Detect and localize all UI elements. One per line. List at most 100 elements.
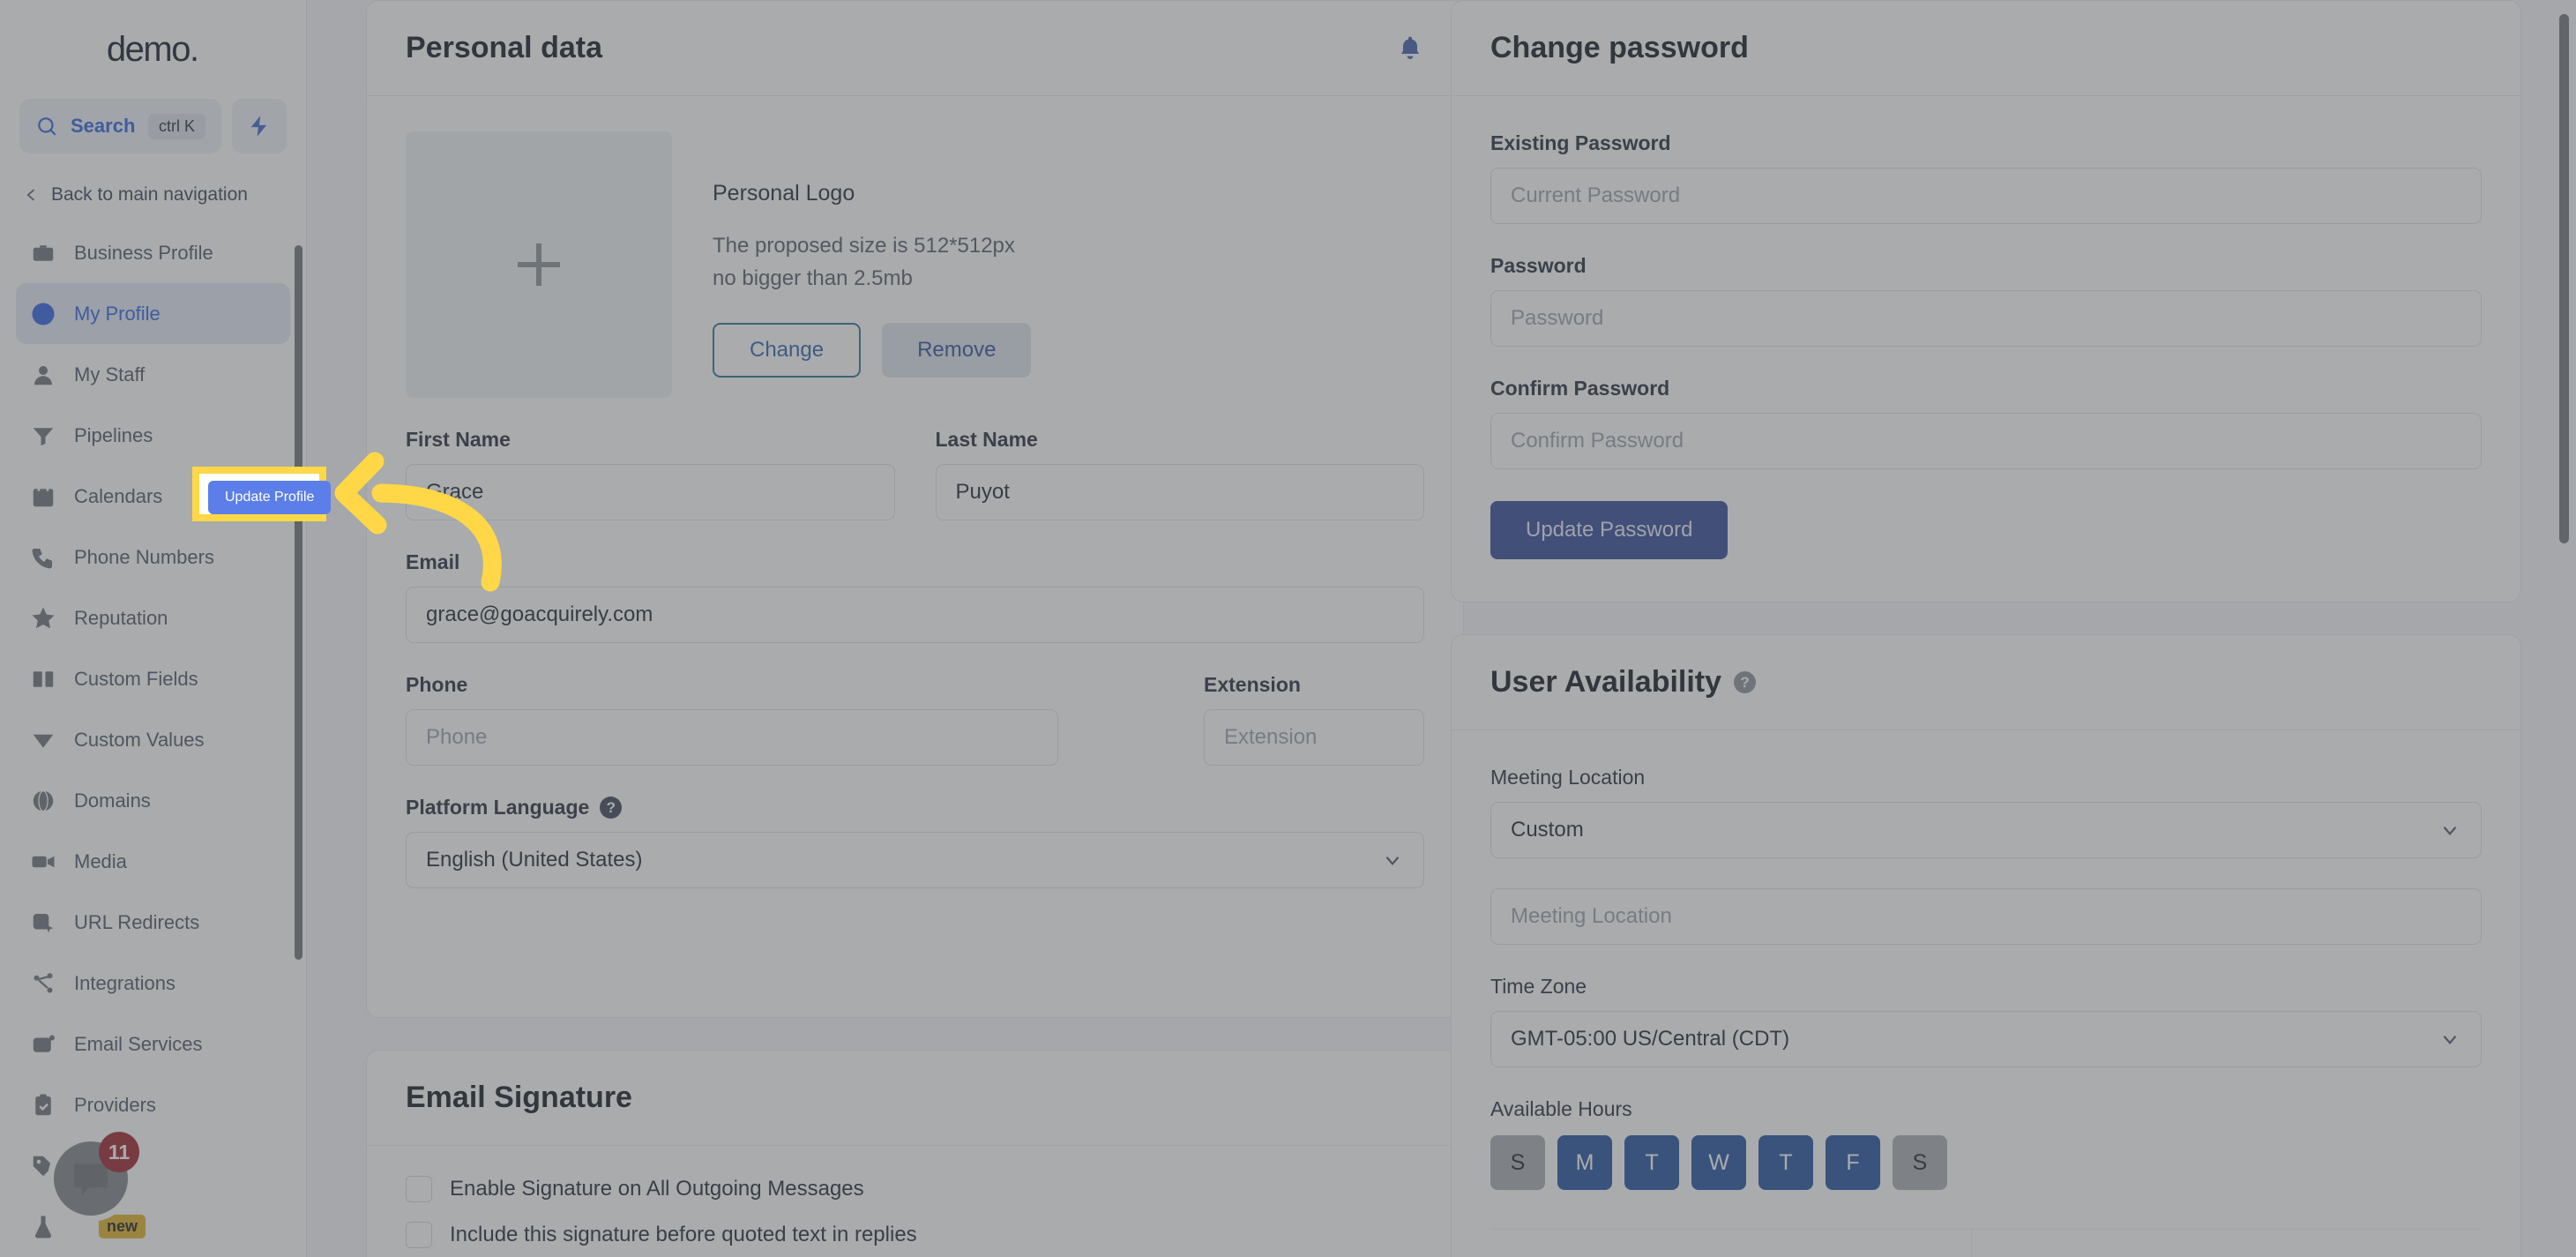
- day-toggle-letter: S: [1510, 1149, 1526, 1175]
- back-nav-label: Back to main navigation: [51, 184, 248, 205]
- sidebar-item-domains[interactable]: Domains: [16, 770, 290, 831]
- include-signature-checkbox[interactable]: [406, 1222, 432, 1248]
- user-availability-card: User Availability ? Meeting Location Cus…: [1451, 634, 2521, 1257]
- sidebar-item-custom-values[interactable]: Custom Values: [16, 709, 290, 770]
- time-zone-group: Time Zone GMT-05:00 US/Central (CDT): [1490, 975, 2482, 1067]
- time-zone-value: GMT-05:00 US/Central (CDT): [1511, 1027, 1790, 1051]
- change-logo-button[interactable]: Change: [713, 323, 862, 378]
- sidebar-item-custom-fields[interactable]: Custom Fields: [16, 648, 290, 709]
- time-zone-select[interactable]: GMT-05:00 US/Central (CDT): [1490, 1011, 2482, 1067]
- phone-icon: [28, 542, 58, 572]
- logo-buttons: Change Remove: [713, 323, 1032, 378]
- change-password-title: Change password: [1490, 31, 1749, 64]
- sidebar-item-my-staff[interactable]: My Staff: [16, 344, 290, 405]
- sidebar-item-reputation[interactable]: Reputation: [16, 587, 290, 648]
- phone-input[interactable]: [406, 709, 1058, 766]
- sidebar-item-label: Media: [74, 849, 127, 872]
- update-profile-slot: [406, 920, 1424, 975]
- help-icon[interactable]: ?: [1734, 671, 1757, 693]
- day-toggle-letter: T: [1645, 1149, 1659, 1175]
- lightning-bolt-icon: [250, 116, 267, 137]
- left-column: Personal data Personal Logo The proposed: [366, 0, 1464, 1257]
- day-toggle-3[interactable]: W: [1691, 1135, 1746, 1190]
- sidebar-item-label: Business Profile: [74, 241, 213, 264]
- curved-arrow-left-icon: [334, 452, 502, 592]
- flask-icon: [28, 1212, 58, 1242]
- existing-password-group: Existing Password: [1490, 131, 2482, 224]
- day-toggle-0[interactable]: S: [1490, 1135, 1545, 1190]
- diamond-icon: [28, 725, 58, 755]
- new-password-input[interactable]: [1490, 290, 2482, 347]
- quick-actions-button[interactable]: [232, 99, 287, 153]
- sidebar-item-media[interactable]: Media: [16, 831, 290, 892]
- calendar-icon: [28, 482, 58, 512]
- remove-logo-button[interactable]: Remove: [882, 323, 1032, 378]
- platform-language-select[interactable]: English (United States): [406, 832, 1424, 888]
- day-toggle-6[interactable]: S: [1893, 1135, 1947, 1190]
- cursor-box-icon: [28, 908, 58, 938]
- day-toggle-letter: M: [1575, 1149, 1594, 1175]
- sidebar: demo . Search ctrl K Back to main naviga…: [0, 0, 307, 1257]
- meeting-location-input[interactable]: [1490, 888, 2482, 945]
- personal-data-header: Personal data: [367, 1, 1463, 96]
- sidebar-item-label: Phone Numbers: [74, 545, 214, 568]
- sidebar-item-url-redirects[interactable]: URL Redirects: [16, 892, 290, 953]
- email-label: Email: [406, 550, 460, 573]
- star-icon: [28, 603, 58, 633]
- last-name-input[interactable]: [935, 464, 1424, 520]
- sidebar-item-phone-numbers[interactable]: Phone Numbers: [16, 527, 290, 587]
- day-toggle-4[interactable]: T: [1758, 1135, 1813, 1190]
- day-toggle-2[interactable]: T: [1624, 1135, 1679, 1190]
- video-camera-icon: [28, 847, 58, 877]
- new-password-label: Password: [1490, 254, 1587, 277]
- change-password-header: Change password: [1452, 1, 2520, 96]
- sidebar-item-label: My Staff: [74, 363, 146, 385]
- enable-signature-label: Enable Signature on All Outgoing Message…: [450, 1177, 864, 1201]
- enable-signature-checkbox-row[interactable]: Enable Signature on All Outgoing Message…: [406, 1176, 1424, 1202]
- search-icon: [38, 117, 56, 136]
- chat-widget-button[interactable]: 11: [48, 1132, 139, 1222]
- email-input[interactable]: [406, 587, 1424, 643]
- chat-unread-badge: 11: [99, 1132, 139, 1172]
- day-toggle-5[interactable]: F: [1826, 1135, 1880, 1190]
- sidebar-item-label: Providers: [74, 1093, 156, 1116]
- phone-row: Phone Extension: [406, 673, 1424, 766]
- extension-input[interactable]: [1204, 709, 1424, 766]
- sidebar-scrollbar[interactable]: [295, 245, 302, 960]
- sidebar-item-label: Domains: [74, 789, 151, 812]
- sidebar-item-integrations[interactable]: Integrations: [16, 953, 290, 1014]
- meeting-location-select[interactable]: Custom: [1490, 802, 2482, 858]
- schedule-row-1: Monday+ hoursApply All12:00 AM×12:00 AM×…: [1490, 1229, 2482, 1257]
- confirm-password-input[interactable]: [1490, 413, 2482, 469]
- envelope-icon: [28, 1029, 58, 1059]
- search-input[interactable]: Search ctrl K: [19, 99, 221, 153]
- day-toggle-letter: S: [1912, 1149, 1928, 1175]
- update-password-button[interactable]: Update Password: [1490, 501, 1729, 559]
- enable-signature-checkbox[interactable]: [406, 1176, 432, 1202]
- logo-upload-dropzone[interactable]: [406, 131, 672, 398]
- sidebar-item-providers[interactable]: Providers: [16, 1074, 290, 1135]
- day-toggle-group: SMTWTFS: [1490, 1135, 2482, 1190]
- sidebar-item-pipelines[interactable]: Pipelines: [16, 405, 290, 466]
- sidebar-item-my-profile[interactable]: My Profile: [16, 283, 290, 344]
- change-password-card: Change password Existing Password Passwo…: [1451, 0, 2521, 602]
- back-to-main-navigation[interactable]: Back to main navigation: [0, 153, 306, 222]
- user-availability-body: Meeting Location Custom Time Zone GMT-05…: [1452, 730, 2520, 1257]
- include-signature-checkbox-row[interactable]: Include this signature before quoted tex…: [406, 1222, 1424, 1248]
- meeting-location-label: Meeting Location: [1490, 766, 1646, 789]
- existing-password-input[interactable]: [1490, 168, 2482, 224]
- sidebar-item-label: URL Redirects: [74, 910, 200, 933]
- update-profile-button[interactable]: Update Profile: [208, 481, 332, 514]
- bell-icon[interactable]: [1396, 34, 1424, 64]
- sidebar-item-business-profile[interactable]: Business Profile: [16, 222, 290, 283]
- email-signature-card: Email Signature Enable Signature on All …: [366, 1050, 1464, 1257]
- platform-language-label-text: Platform Language: [406, 796, 590, 819]
- help-icon[interactable]: ?: [600, 797, 623, 819]
- logo-meta: Personal Logo The proposed size is 512*5…: [713, 131, 1032, 378]
- sidebar-item-label: Integrations: [74, 971, 175, 994]
- sidebar-item-email-services[interactable]: Email Services: [16, 1014, 290, 1074]
- time-zone-label: Time Zone: [1490, 975, 1587, 998]
- day-toggle-1[interactable]: M: [1557, 1135, 1612, 1190]
- platform-language-value: English (United States): [426, 848, 643, 872]
- page-scrollbar[interactable]: [2559, 14, 2569, 543]
